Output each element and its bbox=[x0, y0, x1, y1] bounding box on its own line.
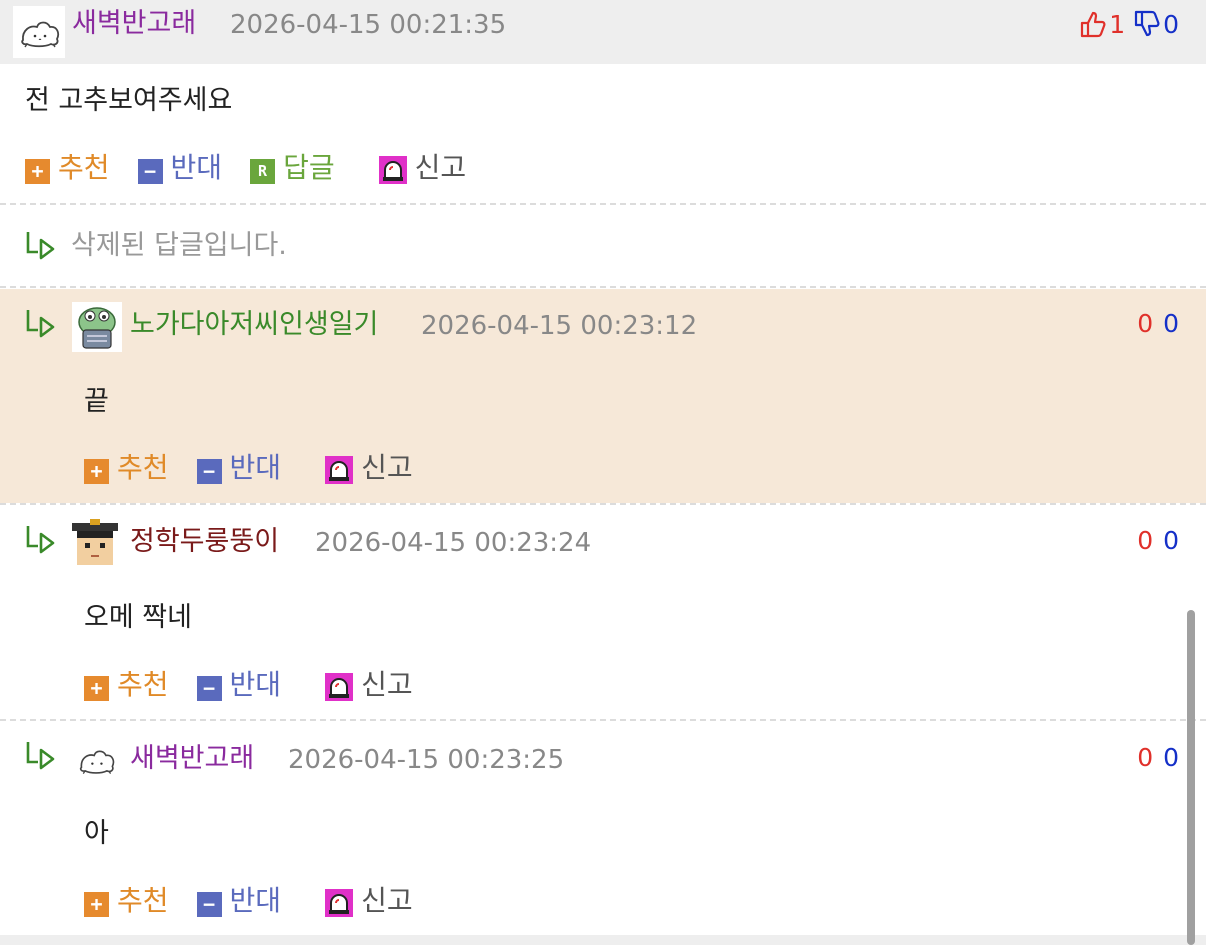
comment-date: 2026-04-15 00:21:35 bbox=[230, 10, 507, 40]
plus-icon: + bbox=[84, 891, 109, 917]
recommend-label: 추천 bbox=[117, 668, 169, 701]
reply-up-count: 0 bbox=[1137, 526, 1154, 555]
reply-down-count: 0 bbox=[1163, 309, 1179, 338]
reply-arrow-icon bbox=[26, 232, 55, 260]
divider bbox=[0, 203, 1206, 205]
reply-down-count: 0 bbox=[1163, 526, 1179, 555]
comment-text: 전 고추보여주세요 bbox=[25, 85, 233, 116]
oppose-button[interactable]: − 반대 bbox=[196, 884, 282, 917]
siren-icon bbox=[325, 673, 354, 701]
comment-nickname[interactable]: 새벽반고래 bbox=[72, 10, 196, 37]
thumbs-down-icon bbox=[1134, 10, 1160, 37]
minus-icon: − bbox=[137, 158, 163, 184]
reply-date: 2026-04-15 00:23:24 bbox=[315, 528, 592, 558]
recommend-button[interactable]: + 추천 bbox=[84, 670, 169, 701]
comment-up-count: 1 bbox=[1109, 9, 1126, 39]
whale-avatar-icon[interactable] bbox=[72, 740, 120, 780]
recommend-button[interactable]: + 추천 bbox=[25, 153, 110, 184]
report-label: 신고 bbox=[361, 668, 413, 701]
oppose-label: 반대 bbox=[170, 151, 223, 184]
comment-votes: 1 0 bbox=[1079, 10, 1179, 38]
reply-actions: + 추천 − 반대 신고 bbox=[84, 885, 441, 917]
reply-date: 2026-04-15 00:23:12 bbox=[421, 311, 698, 341]
reply-votes: 0 0 bbox=[1137, 528, 1179, 553]
reply-nickname[interactable]: 새벽반고래 bbox=[130, 745, 254, 772]
report-button[interactable]: 신고 bbox=[325, 885, 413, 917]
reply-arrow-icon bbox=[26, 526, 55, 554]
minus-icon: − bbox=[196, 675, 222, 701]
siren-icon bbox=[325, 889, 354, 917]
scrollbar[interactable] bbox=[1187, 610, 1195, 945]
divider bbox=[0, 719, 1206, 721]
oppose-label: 반대 bbox=[229, 451, 282, 484]
reply-button[interactable]: R 답글 bbox=[250, 153, 335, 184]
reply-actions: + 추천 − 반대 신고 bbox=[84, 669, 441, 701]
report-label: 신고 bbox=[361, 451, 413, 484]
recommend-label: 추천 bbox=[117, 884, 169, 917]
report-button[interactable]: 신고 bbox=[378, 151, 467, 184]
reply-date: 2026-04-15 00:23:25 bbox=[288, 745, 565, 775]
divider bbox=[0, 503, 1206, 505]
thumbs-up-icon bbox=[1081, 11, 1106, 38]
reply-nickname[interactable]: 노가다아저씨인생일기 bbox=[130, 311, 378, 338]
whale-avatar-icon[interactable] bbox=[13, 6, 65, 58]
oppose-label: 반대 bbox=[229, 668, 282, 701]
comment-down-count: 0 bbox=[1163, 9, 1179, 39]
oppose-label: 반대 bbox=[229, 884, 282, 917]
report-label: 신고 bbox=[414, 151, 467, 184]
minus-icon: − bbox=[196, 891, 222, 917]
frog-avatar-icon[interactable] bbox=[72, 302, 122, 352]
reply-votes: 0 0 bbox=[1137, 745, 1179, 770]
plus-icon: + bbox=[84, 675, 109, 701]
reply-text: 아 bbox=[84, 818, 109, 849]
siren-icon bbox=[325, 456, 354, 484]
siren-icon bbox=[378, 156, 407, 184]
footer-bar bbox=[0, 935, 1206, 945]
recommend-label: 추천 bbox=[58, 151, 110, 184]
deleted-reply-text: 삭제된 답글입니다. bbox=[71, 230, 287, 261]
report-button[interactable]: 신고 bbox=[325, 452, 413, 484]
reply-actions: + 추천 − 반대 신고 bbox=[84, 452, 441, 484]
minus-icon: − bbox=[196, 458, 222, 484]
oppose-button[interactable]: − 반대 bbox=[137, 151, 223, 184]
plus-icon: + bbox=[25, 158, 50, 184]
graduate-avatar-icon[interactable] bbox=[72, 519, 118, 569]
reply-up-count: 0 bbox=[1137, 743, 1154, 772]
reply-votes: 0 0 bbox=[1137, 311, 1179, 336]
reply-text: 끝 bbox=[84, 386, 109, 417]
plus-icon: + bbox=[84, 458, 109, 484]
report-button[interactable]: 신고 bbox=[325, 669, 413, 701]
comment-actions: + 추천 − 반대 R 답글 신고 bbox=[25, 152, 494, 184]
reply-down-count: 0 bbox=[1163, 743, 1179, 772]
reply-nickname[interactable]: 정학두룽뚱이 bbox=[130, 528, 279, 555]
recommend-button[interactable]: + 추천 bbox=[84, 453, 169, 484]
recommend-button[interactable]: + 추천 bbox=[84, 886, 169, 917]
reply-label: 답글 bbox=[283, 151, 335, 184]
divider bbox=[0, 286, 1206, 288]
reply-arrow-icon bbox=[26, 310, 55, 338]
oppose-button[interactable]: − 반대 bbox=[196, 451, 282, 484]
reply-r-icon: R bbox=[250, 158, 276, 184]
oppose-button[interactable]: − 반대 bbox=[196, 668, 282, 701]
recommend-label: 추천 bbox=[117, 451, 169, 484]
reply-text: 오메 짝네 bbox=[84, 602, 192, 633]
report-label: 신고 bbox=[361, 884, 413, 917]
reply-arrow-icon bbox=[26, 742, 55, 770]
reply-up-count: 0 bbox=[1137, 309, 1154, 338]
